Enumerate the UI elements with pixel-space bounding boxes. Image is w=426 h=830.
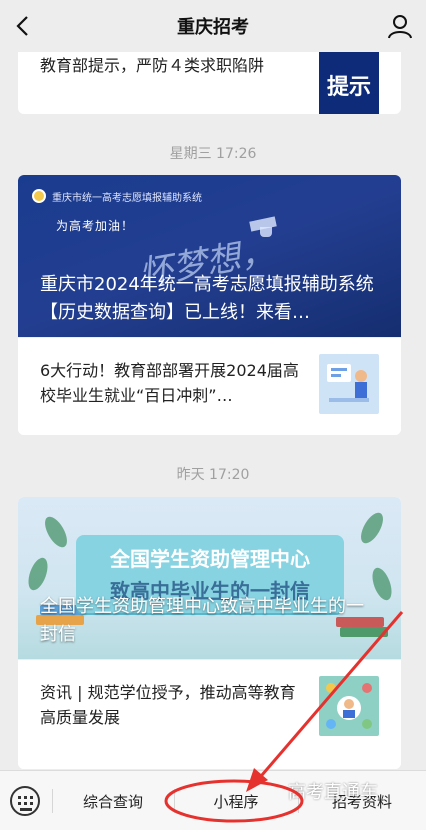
- article-headline: 全国学生资助管理中心致高中毕业生的一封信: [40, 596, 364, 645]
- leaf-decoration: [40, 513, 72, 551]
- timestamp: 星期三 17:26: [169, 146, 257, 162]
- logo-icon: [32, 189, 46, 203]
- article-headline: 重庆市2024年统一高考志愿填报辅助系统【历史数据查询】已上线！来看…: [40, 274, 374, 323]
- profile-icon[interactable]: [386, 12, 414, 40]
- banner-line-1: 全国学生资助管理中心: [110, 547, 310, 571]
- hero-caption: 重庆市统一高考志愿填报辅助系统: [52, 193, 202, 204]
- article-title: 资讯 | 规范学位授予，推动高等教育高质量发展: [40, 683, 296, 727]
- hero-image[interactable]: 全国学生资助管理中心 致高中毕业生的一封信 全国学生资助管理中心致高中毕业生的一…: [18, 497, 401, 659]
- graduation-cap-base: [260, 227, 272, 237]
- timestamp: 昨天 17:20: [176, 467, 250, 483]
- watermark-text: 高考直通车: [288, 782, 378, 803]
- article-card-group: 重庆市统一高考志愿填报辅助系统 为高考加油！ 怀梦想， 重庆市2024年统一高考…: [18, 175, 401, 435]
- hero-slogan: 为高考加油！: [56, 219, 135, 233]
- page-title: 重庆招考: [177, 17, 249, 38]
- back-arrow-icon[interactable]: [10, 12, 38, 40]
- leaf-decoration: [24, 555, 52, 593]
- hero-image[interactable]: 重庆市统一高考志愿填报辅助系统 为高考加油！ 怀梦想， 重庆市2024年统一高考…: [18, 175, 401, 337]
- article-thumbnail: [319, 354, 379, 414]
- article-thumbnail: [319, 676, 379, 736]
- leaf-decoration: [356, 509, 388, 547]
- article-card-group: 全国学生资助管理中心 致高中毕业生的一封信 全国学生资助管理中心致高中毕业生的一…: [18, 497, 401, 769]
- keyboard-icon[interactable]: [10, 786, 40, 816]
- menu-item-mini-program[interactable]: 小程序: [174, 771, 298, 830]
- article-title: 6大行动！教育部部署开展2024届高校毕业生就业“百日冲刺”…: [40, 361, 299, 405]
- article-thumbnail: 提示: [319, 44, 379, 114]
- article-title: 教育部提示，严防４类求职陷阱: [40, 56, 265, 75]
- article-row[interactable]: 6大行动！教育部部署开展2024届高校毕业生就业“百日冲刺”…: [18, 337, 401, 435]
- article-row[interactable]: 资讯 | 规范学位授予，推动高等教育高质量发展: [18, 659, 401, 769]
- top-nav-bar: 重庆招考: [0, 0, 426, 52]
- menu-item-query[interactable]: 综合查询: [52, 771, 174, 830]
